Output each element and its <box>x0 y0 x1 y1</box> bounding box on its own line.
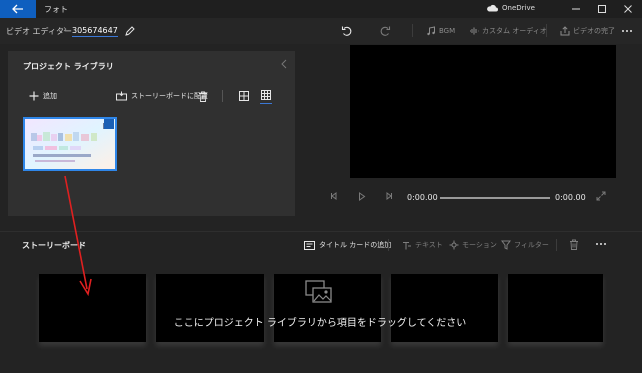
annotation-arrow <box>64 175 92 297</box>
